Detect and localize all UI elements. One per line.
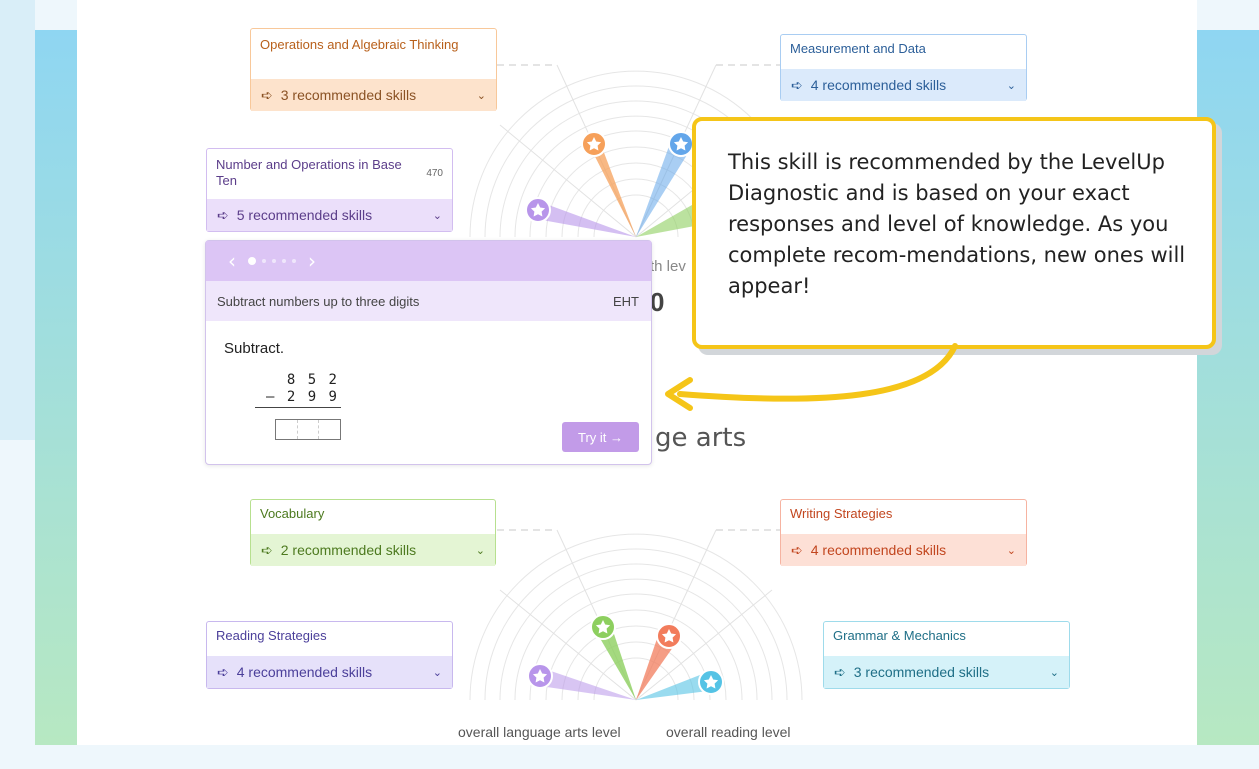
skill-title: Subtract numbers up to three digits: [217, 293, 420, 309]
overall-language-arts-label: overall language arts level: [458, 724, 621, 740]
star-badge-icon: [527, 663, 553, 689]
card-title: Writing Strategies: [790, 506, 893, 521]
card-operations-algebraic[interactable]: Operations and Algebraic Thinking ➪ 3 rec…: [250, 28, 497, 111]
chevron-down-icon[interactable]: ⌄: [1007, 79, 1016, 92]
overall-reading-label: overall reading level: [666, 724, 791, 740]
skills-row[interactable]: ➪ 4 recommended skills ⌄: [781, 69, 1026, 101]
card-score: 470: [426, 168, 443, 179]
star-badge-icon: [668, 131, 694, 157]
star-badge-icon: [525, 197, 551, 223]
skills-row[interactable]: ➪ 3 recommended skills ⌄: [824, 656, 1069, 688]
subtrahend: – 2 9 9: [265, 389, 339, 405]
card-title: Reading Strategies: [216, 628, 327, 643]
popover-skill-row: Subtract numbers up to three digits EHT: [206, 281, 651, 321]
card-title: Grammar & Mechanics: [833, 628, 966, 643]
popover-body: Subtract.: [206, 340, 651, 357]
pagination-dot[interactable]: [292, 259, 296, 263]
skills-row[interactable]: ➪ 3 recommended skills ⌄: [251, 79, 496, 111]
recommend-arrow-icon: ➪: [834, 663, 846, 680]
pagination-dot[interactable]: [248, 257, 256, 265]
skills-count: 4 recommended skills: [810, 542, 947, 558]
skills-count: 4 recommended skills: [810, 77, 947, 93]
skill-code: EHT: [613, 293, 639, 309]
card-writing-strategies[interactable]: Writing Strategies ➪ 4 recommended skills…: [780, 499, 1027, 566]
pagination-dots: [248, 257, 296, 265]
recommend-arrow-icon: ➪: [791, 76, 803, 93]
card-title: Measurement and Data: [790, 41, 926, 56]
problem-prompt: Subtract.: [224, 340, 285, 357]
star-badge-icon: [698, 669, 724, 695]
skills-count: 2 recommended skills: [280, 542, 417, 558]
popover-header: ‹ ›: [206, 241, 651, 281]
chevron-down-icon[interactable]: ⌄: [476, 544, 485, 557]
skills-row[interactable]: ➪ 5 recommended skills ⌄: [207, 199, 452, 231]
card-grammar-mechanics[interactable]: Grammar & Mechanics ➪ 3 recommended skill…: [823, 621, 1070, 689]
recommend-arrow-icon: ➪: [261, 541, 273, 558]
recommend-arrow-icon: ➪: [261, 86, 273, 103]
star-badge-icon: [590, 614, 616, 640]
answer-input[interactable]: [275, 419, 341, 440]
pagination-dot[interactable]: [272, 259, 276, 263]
stage: th lev 0 ge arts Operations and Algebrai…: [0, 0, 1259, 769]
chevron-down-icon[interactable]: ⌄: [1007, 544, 1016, 557]
math-score: 0: [650, 287, 665, 317]
next-arrow[interactable]: ›: [308, 249, 316, 273]
card-measurement-data[interactable]: Measurement and Data ➪ 4 recommended skil…: [780, 34, 1027, 101]
pagination-dot[interactable]: [262, 259, 266, 263]
section-title: ge arts: [655, 423, 747, 453]
card-vocabulary[interactable]: Vocabulary ➪ 2 recommended skills ⌄: [250, 499, 496, 566]
card-title: Operations and Algebraic Thinking: [260, 37, 459, 52]
chevron-down-icon[interactable]: ⌄: [477, 89, 486, 102]
card-reading-strategies[interactable]: Reading Strategies ➪ 4 recommended skills…: [206, 621, 453, 689]
card-title: Number and Operations in Base Ten: [216, 157, 402, 188]
chevron-down-icon[interactable]: ⌄: [1050, 666, 1059, 679]
chevron-down-icon[interactable]: ⌄: [433, 666, 442, 679]
star-badge-icon: [581, 131, 607, 157]
minuend: 8 5 2: [286, 372, 339, 388]
skills-row[interactable]: ➪ 2 recommended skills ⌄: [251, 534, 495, 566]
math-level-label: th lev: [650, 258, 686, 275]
skills-count: 4 recommended skills: [236, 664, 373, 680]
skills-count: 5 recommended skills: [236, 207, 373, 223]
try-it-button[interactable]: Try it →: [562, 422, 639, 452]
recommend-arrow-icon: ➪: [791, 541, 803, 558]
subtraction-problem: 8 5 2 – 2 9 9: [255, 372, 341, 408]
answer-rule: [255, 407, 341, 408]
skills-count: 3 recommended skills: [280, 87, 417, 103]
recommend-arrow-icon: ➪: [217, 206, 229, 223]
pagination-dot[interactable]: [282, 259, 286, 263]
recommendation-callout: This skill is recommended by the LevelUp…: [692, 117, 1216, 349]
recommend-arrow-icon: ➪: [217, 663, 229, 680]
card-number-operations[interactable]: Number and Operations in Base Ten 470 ➪ 5…: [206, 148, 453, 232]
chevron-down-icon[interactable]: ⌄: [433, 209, 442, 222]
skills-row[interactable]: ➪ 4 recommended skills ⌄: [781, 534, 1026, 566]
skills-count: 3 recommended skills: [853, 664, 990, 680]
card-title: Vocabulary: [260, 506, 325, 521]
skills-row[interactable]: ➪ 4 recommended skills ⌄: [207, 656, 452, 688]
prev-arrow[interactable]: ‹: [228, 249, 236, 273]
star-badge-icon: [656, 623, 682, 649]
